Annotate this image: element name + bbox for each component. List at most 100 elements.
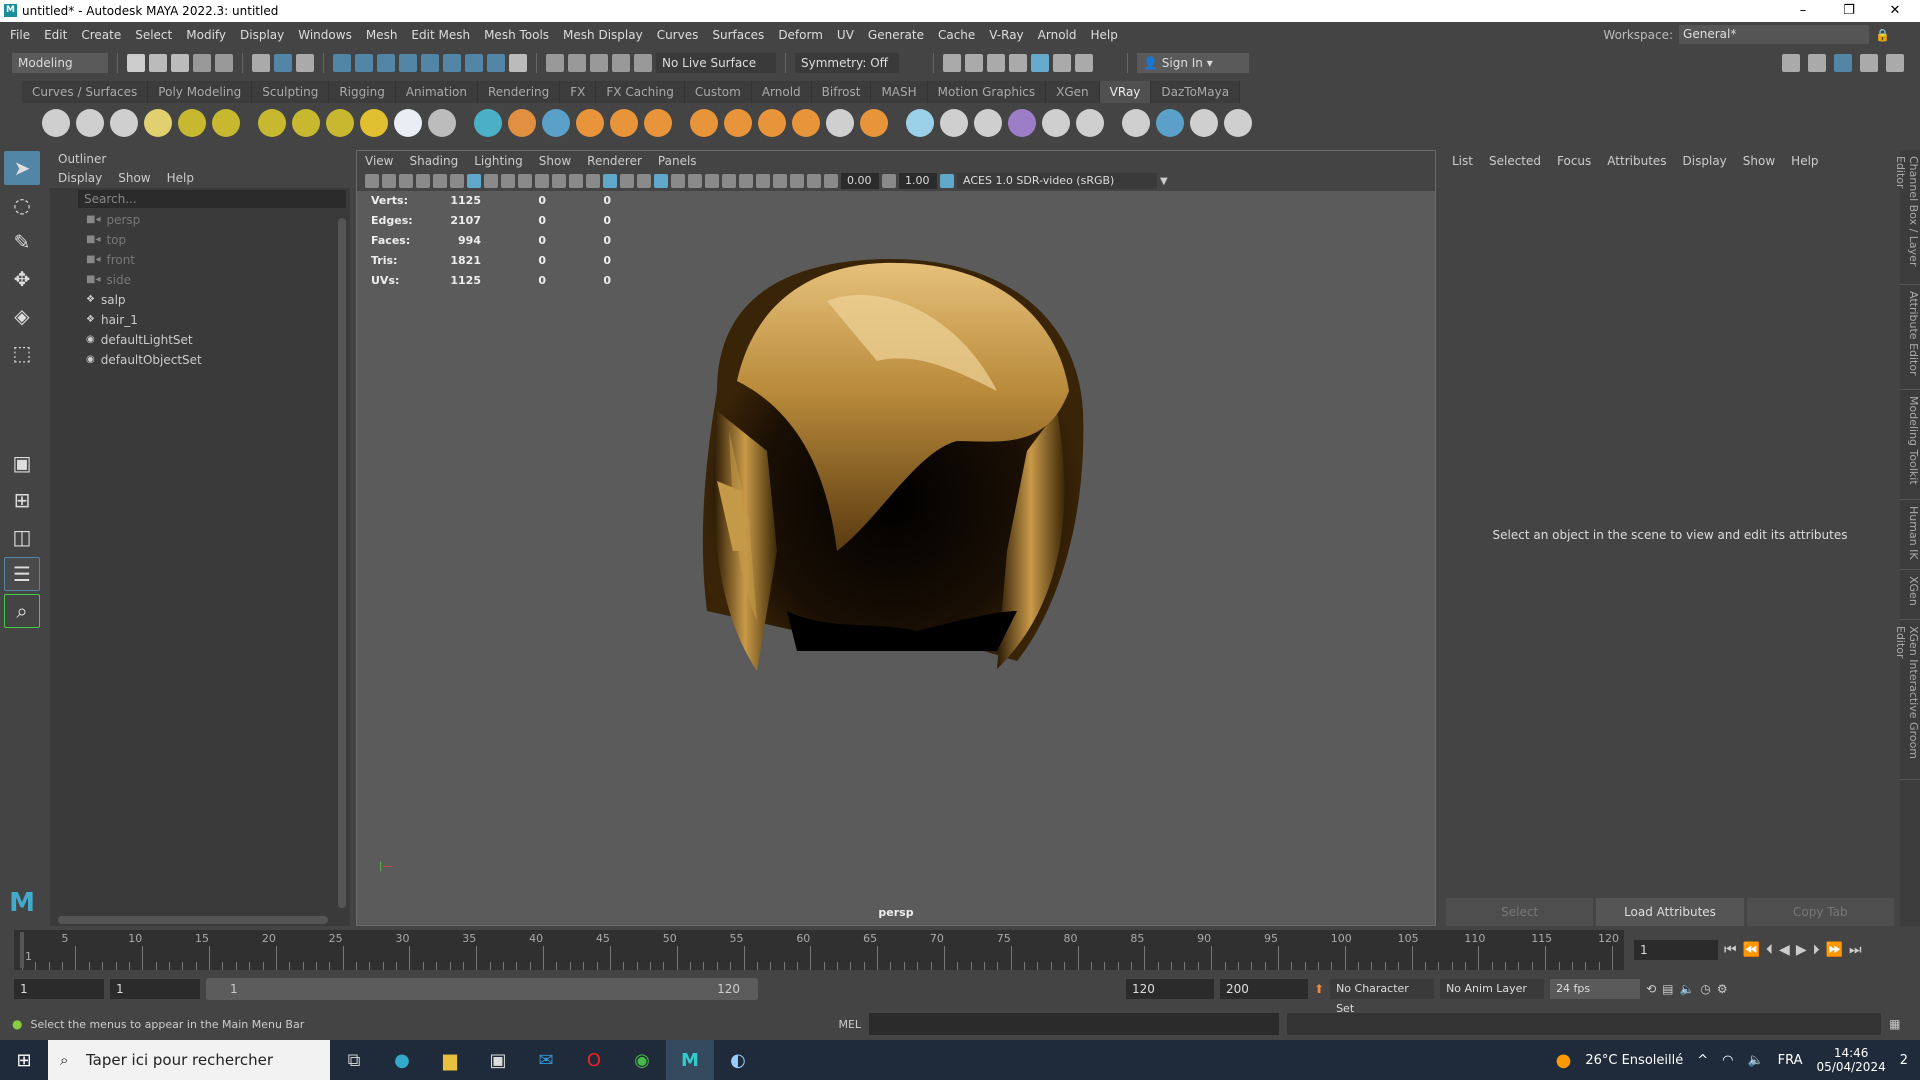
- viewport-panel[interactable]: View Shading Lighting Show Renderer Panels 0.…: [356, 150, 1436, 926]
- mel-command-input[interactable]: [869, 1013, 1280, 1035]
- menu-edit[interactable]: Edit: [44, 28, 67, 42]
- menu-create[interactable]: Create: [81, 28, 121, 42]
- viewport-menu-panels[interactable]: Panels: [658, 151, 697, 171]
- history-icon[interactable]: [612, 54, 630, 72]
- render-settings-icon[interactable]: [987, 54, 1005, 72]
- attribute-editor-icon[interactable]: [1834, 54, 1852, 72]
- shelf-tool-icon[interactable]: [542, 109, 570, 137]
- maximize-button[interactable]: ❐: [1826, 0, 1872, 22]
- outliner-item[interactable]: ■◂ front: [50, 250, 350, 270]
- select-tool-icon[interactable]: ➤: [4, 151, 40, 185]
- script-editor-icon[interactable]: ▦: [1889, 1017, 1900, 1031]
- shelf-tool-icon[interactable]: [178, 109, 206, 137]
- outliner-menu-show[interactable]: Show: [118, 168, 150, 188]
- shelf-tool-icon[interactable]: [1156, 109, 1184, 137]
- bookmark-icon[interactable]: [399, 174, 413, 188]
- shelf-tab-daztomaya[interactable]: DazToMaya: [1151, 81, 1241, 103]
- shelf-tool-icon[interactable]: [974, 109, 1002, 137]
- workspace-dropdown[interactable]: General*: [1679, 25, 1870, 44]
- shelf-tab-arnold[interactable]: Arnold: [752, 81, 812, 103]
- weather-text[interactable]: 26°C Ensoleillé: [1585, 1053, 1683, 1068]
- menu-deform[interactable]: Deform: [778, 28, 823, 42]
- taskbar-search-input[interactable]: ⌕ Taper ici pour rechercher: [48, 1040, 330, 1080]
- shelf-tool-icon[interactable]: [610, 109, 638, 137]
- shelf-tab-xgen[interactable]: XGen: [1046, 81, 1100, 103]
- symmetry-dropdown[interactable]: Symmetry: Off: [795, 53, 899, 73]
- close-button[interactable]: ✕: [1872, 0, 1918, 22]
- menu-mesh[interactable]: Mesh: [366, 28, 398, 42]
- minimize-button[interactable]: –: [1780, 0, 1826, 22]
- select-object-icon[interactable]: [274, 54, 292, 72]
- grease-pencil-icon[interactable]: [450, 174, 464, 188]
- outliner-menu-help[interactable]: Help: [167, 168, 194, 188]
- shelf-tool-icon[interactable]: [690, 109, 718, 137]
- shelf-tab-vray[interactable]: VRay: [1099, 81, 1152, 103]
- move-tool-icon[interactable]: ✥: [4, 262, 40, 296]
- isolate-select-icon[interactable]: [756, 174, 770, 188]
- outliner-horizontal-scrollbar[interactable]: [58, 916, 328, 924]
- rotate-tool-icon[interactable]: ◈: [4, 299, 40, 333]
- grid-icon[interactable]: [467, 174, 481, 188]
- fps-dropdown[interactable]: 24 fps: [1550, 979, 1641, 999]
- default-material-icon[interactable]: [620, 174, 634, 188]
- task-view-icon[interactable]: ⧉: [330, 1040, 378, 1080]
- color-management-icon[interactable]: [940, 174, 954, 188]
- script-language-toggle[interactable]: MEL: [838, 1018, 861, 1031]
- shelf-tool-icon[interactable]: [1076, 109, 1104, 137]
- shelf-tool-icon[interactable]: [76, 109, 104, 137]
- right-tab-channel-box-layer-editor[interactable]: Channel Box / Layer Editor: [1894, 150, 1920, 285]
- search-icon[interactable]: ⌕: [4, 594, 40, 628]
- camera-select-icon[interactable]: [365, 174, 379, 188]
- xray-joints-icon[interactable]: [790, 174, 804, 188]
- lock-icon[interactable]: 🔒: [1875, 28, 1890, 42]
- shelf-tool-icon[interactable]: [1190, 109, 1218, 137]
- microsoft-store-icon[interactable]: ▣: [474, 1040, 522, 1080]
- shelf-tool-icon[interactable]: [576, 109, 604, 137]
- end-time-field[interactable]: 200: [1220, 979, 1308, 999]
- shelf-tool-icon[interactable]: [474, 109, 502, 137]
- attribute-menu-attributes[interactable]: Attributes: [1607, 150, 1666, 172]
- gate-mask-icon[interactable]: [518, 174, 532, 188]
- step-back-key-icon[interactable]: ⏪: [1743, 942, 1760, 958]
- xray-icon[interactable]: [773, 174, 787, 188]
- scale-tool-icon[interactable]: ⬚: [4, 336, 40, 370]
- history-icon[interactable]: [568, 54, 586, 72]
- human-ik-icon[interactable]: [1808, 54, 1826, 72]
- go-to-end-icon[interactable]: ⏭: [1849, 942, 1862, 958]
- right-tab-xgen[interactable]: XGen: [1900, 570, 1920, 620]
- wireframe-on-shaded-icon[interactable]: [637, 174, 651, 188]
- character-set-dropdown[interactable]: No Character Set: [1330, 979, 1435, 1015]
- anti-aliasing-icon[interactable]: [739, 174, 753, 188]
- shelf-tool-icon[interactable]: [906, 109, 934, 137]
- sound-icon[interactable]: 🔈: [1679, 982, 1694, 996]
- network-icon[interactable]: ◠: [1722, 1053, 1733, 1068]
- shelf-tool-icon[interactable]: [1042, 109, 1070, 137]
- vray-render-icon[interactable]: [1031, 54, 1049, 72]
- shelf-tool-icon[interactable]: [644, 109, 672, 137]
- chrome-icon[interactable]: ◉: [618, 1040, 666, 1080]
- outliner-search-input[interactable]: Search...: [78, 190, 346, 208]
- edge-icon[interactable]: ●: [378, 1040, 426, 1080]
- clock[interactable]: 14:46 05/04/2024: [1817, 1046, 1886, 1074]
- shelf-tool-icon[interactable]: [212, 109, 240, 137]
- shelf-tab-curves-surfaces[interactable]: Curves / Surfaces: [22, 81, 149, 103]
- shelf-tab-sculpting[interactable]: Sculpting: [252, 81, 330, 103]
- go-to-start-icon[interactable]: ⏮: [1724, 942, 1737, 958]
- outliner-item[interactable]: ❖ hair_1: [50, 310, 350, 330]
- menu-set-dropdown[interactable]: Modeling: [12, 53, 108, 73]
- notifications-badge[interactable]: 2: [1900, 1053, 1908, 1068]
- lasso-tool-icon[interactable]: ◌: [4, 188, 40, 222]
- lock-icon[interactable]: [509, 54, 527, 72]
- right-tab-modeling-toolkit[interactable]: Modeling Toolkit: [1900, 390, 1920, 500]
- snap-grid-icon[interactable]: [333, 54, 351, 72]
- smooth-shade-icon[interactable]: [603, 174, 617, 188]
- use-lights-icon[interactable]: [671, 174, 685, 188]
- shelf-tool-icon[interactable]: [940, 109, 968, 137]
- select-component-icon[interactable]: [296, 54, 314, 72]
- channel-box-icon[interactable]: [1886, 54, 1904, 72]
- menu-select[interactable]: Select: [135, 28, 172, 42]
- timer-icon[interactable]: ◷: [1700, 982, 1710, 996]
- language-indicator[interactable]: FRA: [1778, 1053, 1803, 1068]
- viewport-menu-shading[interactable]: Shading: [409, 151, 458, 171]
- menu-edit-mesh[interactable]: Edit Mesh: [411, 28, 470, 42]
